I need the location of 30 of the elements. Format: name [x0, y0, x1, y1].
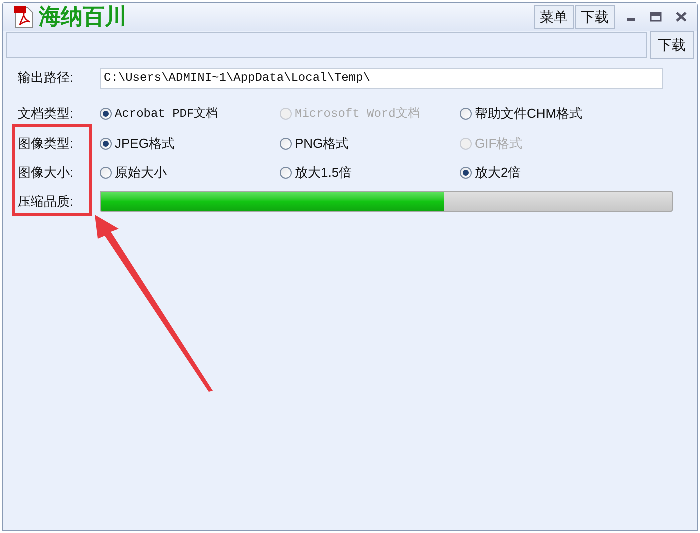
field-label: 图像大小:: [18, 164, 75, 182]
field-label: 文档类型:: [18, 105, 75, 124]
field-label: 输出路径:: [18, 69, 75, 88]
radio-button[interactable]: [460, 166, 472, 178]
pdf-file-icon: [13, 5, 35, 29]
radio-button[interactable]: [100, 108, 112, 120]
title-menu-button[interactable]: 下载: [575, 5, 615, 29]
radio-label: Microsoft Word文档: [295, 106, 420, 123]
toolbar-field[interactable]: [6, 32, 647, 58]
radio-label: Acrobat PDF文档: [115, 106, 218, 123]
radio-label: 帮助文件CHM格式: [475, 105, 583, 124]
radio-label: 放大1.5倍: [295, 164, 352, 182]
radio-button[interactable]: [100, 166, 112, 178]
radio-button[interactable]: [280, 138, 292, 150]
radio-label: GIF格式: [475, 134, 523, 153]
radio-button[interactable]: [280, 166, 292, 178]
radio-label: PNG格式: [295, 134, 350, 153]
radio-button[interactable]: [460, 108, 472, 120]
maximize-icon[interactable]: [650, 12, 662, 22]
close-icon[interactable]: [676, 12, 687, 22]
toolbar-download-button[interactable]: 下载: [650, 31, 694, 59]
output-path-field[interactable]: C:\Users\ADMINI~1\AppData\Local\Temp\: [100, 68, 663, 88]
title-menu-button[interactable]: 菜单: [534, 5, 574, 29]
radio-label: JPEG格式: [115, 134, 175, 153]
radio-label: 原始大小: [115, 164, 167, 182]
field-label: 图像类型:: [18, 134, 75, 153]
radio-label: 放大2倍: [475, 164, 522, 182]
field-label: 压缩品质:: [18, 192, 75, 211]
window-title: 海纳百川: [39, 2, 127, 32]
radio-button[interactable]: [100, 138, 112, 150]
